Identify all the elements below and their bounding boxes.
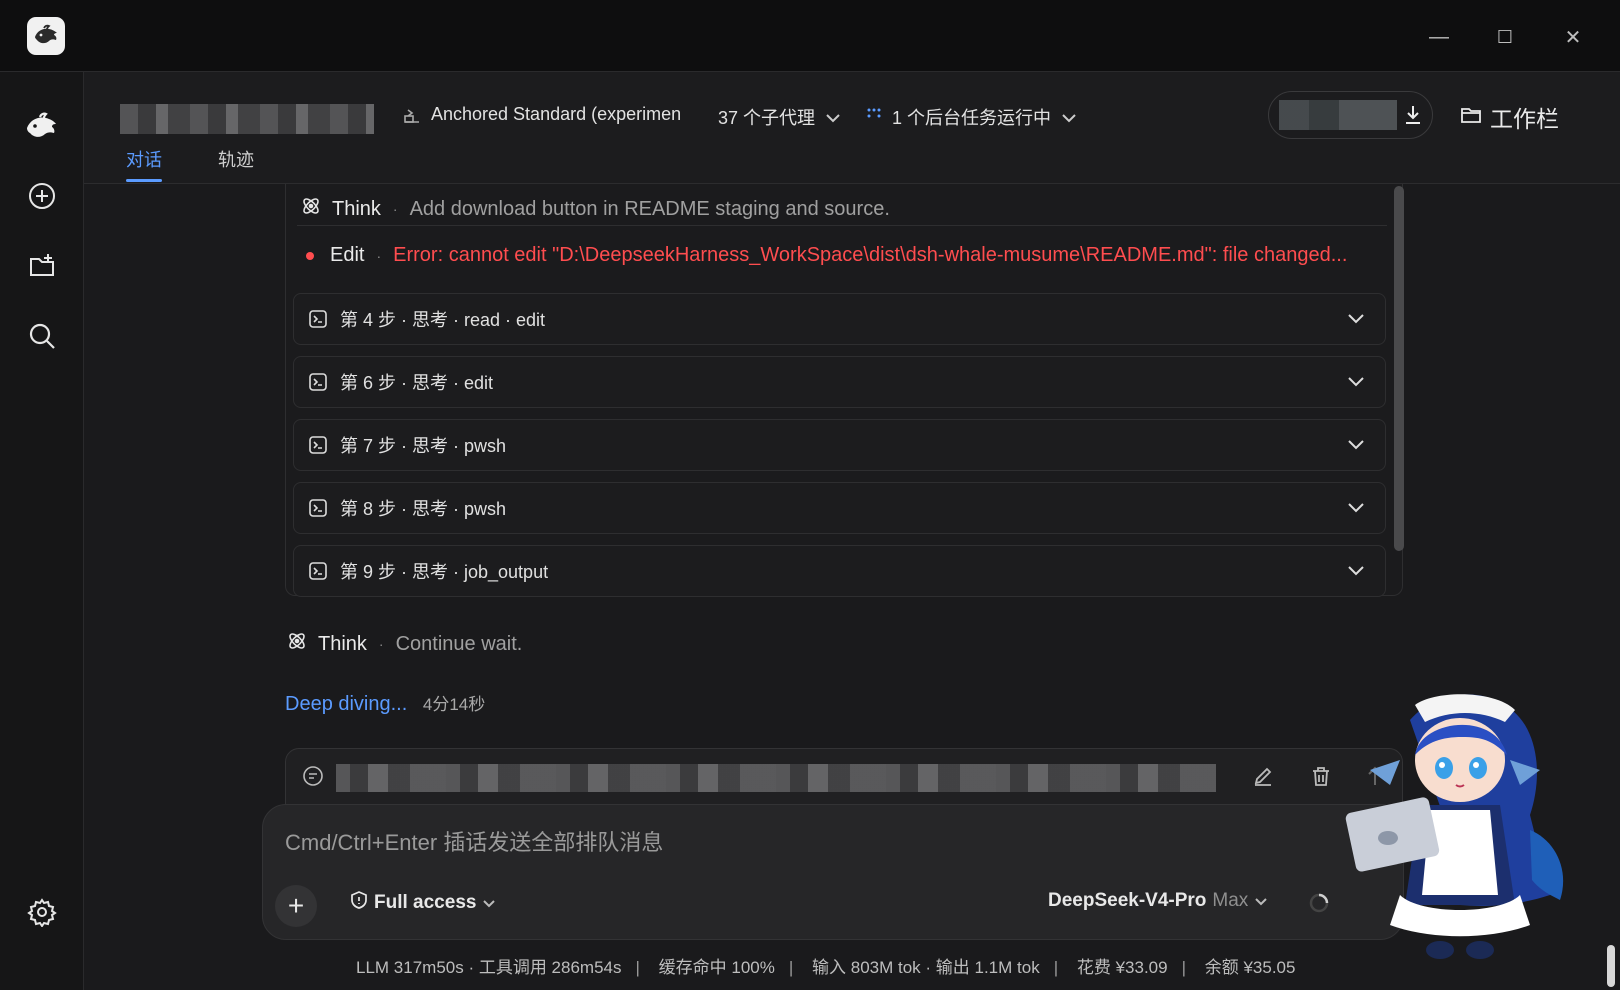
- step-label: 第 9 步 · 思考 · job_output: [340, 562, 549, 582]
- folder-icon: [1460, 104, 1482, 131]
- think-text: Add download button in README staging an…: [409, 197, 890, 220]
- workbar-label: 工作栏: [1490, 106, 1559, 132]
- atom-icon: [286, 630, 308, 658]
- deep-diving-status: Deep diving... 4分14秒: [285, 690, 485, 716]
- left-rail: [0, 72, 84, 990]
- background-tasks-label: 1 个后台任务运行中: [892, 108, 1052, 128]
- subagents-label: 37 个子代理: [718, 108, 816, 128]
- background-tasks-dropdown[interactable]: 1 个后台任务运行中: [866, 104, 1077, 130]
- usage-status-bar: LLM 317m50s · 工具调用 286m54s | 缓存命中 100% | 输…: [356, 958, 1296, 977]
- token-usage: 输入 803M tok · 输出 1.1M tok: [812, 958, 1040, 977]
- error-dot-icon: [306, 251, 314, 260]
- new-chat-icon[interactable]: [22, 176, 62, 216]
- log-scrollbar[interactable]: [1394, 186, 1404, 551]
- terminal-icon: [308, 309, 328, 329]
- composer-placeholder[interactable]: Cmd/Ctrl+Enter 插话发送全部排队消息: [285, 825, 663, 857]
- llm-time: LLM 317m50s · 工具调用 286m54s: [356, 958, 622, 977]
- attach-button[interactable]: +: [275, 885, 317, 927]
- chevron-down-icon: [1347, 434, 1365, 455]
- project-name-redacted: [120, 104, 374, 134]
- mode-icon: [402, 106, 422, 131]
- edit-error-text: Error: cannot edit "D:\DeepseekHarness_W…: [393, 244, 1348, 266]
- workbar-toggle[interactable]: 工作栏: [1460, 100, 1559, 134]
- step-label: 第 7 步 · 思考 · pwsh: [340, 436, 507, 456]
- message-icon: [302, 765, 324, 792]
- step-label: 第 6 步 · 思考 · edit: [340, 373, 494, 393]
- chevron-down-icon: [825, 107, 841, 128]
- model-name: DeepSeek-V4-Pro: [1048, 890, 1207, 911]
- tab-trajectory[interactable]: 轨迹: [218, 146, 254, 172]
- model-tier: Max: [1212, 890, 1249, 911]
- atom-icon: [300, 195, 322, 223]
- access-dropdown[interactable]: Full access: [350, 890, 496, 916]
- elapsed-time: 4分14秒: [422, 695, 486, 714]
- divider: [297, 225, 1387, 226]
- minimize-button[interactable]: —: [1424, 22, 1454, 52]
- model-dropdown[interactable]: DeepSeek-V4-Pro Max: [1048, 890, 1268, 912]
- terminal-icon: [308, 498, 328, 518]
- edit-pencil-icon[interactable]: [1252, 765, 1274, 792]
- maximize-button[interactable]: ☐: [1490, 22, 1520, 52]
- mode-label[interactable]: Anchored Standard (experimen: [431, 104, 681, 125]
- think-entry[interactable]: Think · Add download button in README st…: [300, 195, 890, 223]
- whale-maid-mascot: [1340, 680, 1580, 970]
- trash-icon[interactable]: [1310, 765, 1332, 792]
- think-label: Think: [318, 632, 367, 655]
- access-label: Full access: [374, 892, 477, 913]
- terminal-icon: [308, 435, 328, 455]
- step-label: 第 4 步 · 思考 · read · edit: [340, 310, 546, 330]
- chevron-down-icon: [1254, 890, 1268, 912]
- step-item[interactable]: 第 9 步 · 思考 · job_output: [293, 545, 1386, 597]
- page-scrollbar[interactable]: [1607, 945, 1615, 987]
- balance: 余额 ¥35.05: [1204, 958, 1296, 977]
- think-text: Continue wait.: [395, 632, 523, 655]
- chevron-down-icon: [482, 892, 496, 914]
- loading-spinner-icon: [1308, 892, 1330, 919]
- subagents-dropdown[interactable]: 37 个子代理: [718, 104, 841, 130]
- shield-icon: [350, 890, 368, 916]
- chevron-down-icon: [1347, 560, 1365, 581]
- think-entry-2[interactable]: Think · Continue wait.: [286, 630, 522, 658]
- add-project-icon[interactable]: [22, 246, 62, 286]
- chevron-down-icon: [1347, 371, 1365, 392]
- whale-logo-icon[interactable]: [22, 107, 62, 147]
- app-logo-icon: [27, 17, 65, 55]
- terminal-icon: [308, 561, 328, 581]
- queued-message-redacted: [336, 764, 1216, 792]
- terminal-icon: [308, 372, 328, 392]
- close-button[interactable]: ✕: [1558, 22, 1588, 52]
- dots-grid-icon: [866, 107, 882, 128]
- settings-gear-icon[interactable]: [22, 892, 62, 932]
- download-name-redacted: [1279, 100, 1397, 130]
- download-pill[interactable]: [1268, 91, 1433, 139]
- step-item[interactable]: 第 6 步 · 思考 · edit: [293, 356, 1386, 408]
- edit-entry[interactable]: Edit · Error: cannot edit "D:\DeepseekHa…: [306, 244, 1347, 267]
- download-icon: [1403, 104, 1423, 131]
- chevron-down-icon: [1347, 497, 1365, 518]
- step-item[interactable]: 第 8 步 · 思考 · pwsh: [293, 482, 1386, 534]
- deep-diving-label: Deep diving...: [285, 693, 408, 715]
- edit-label: Edit: [330, 244, 365, 266]
- chevron-down-icon: [1061, 107, 1077, 128]
- think-label: Think: [332, 197, 381, 220]
- step-item[interactable]: 第 7 步 · 思考 · pwsh: [293, 419, 1386, 471]
- cost: 花费 ¥33.09: [1076, 958, 1168, 977]
- search-icon[interactable]: [22, 316, 62, 356]
- title-bar: — ☐ ✕: [0, 0, 1620, 72]
- cache-hit: 缓存命中 100%: [658, 958, 775, 977]
- step-label: 第 8 步 · 思考 · pwsh: [340, 499, 507, 519]
- step-item[interactable]: 第 4 步 · 思考 · read · edit: [293, 293, 1386, 345]
- chevron-down-icon: [1347, 308, 1365, 329]
- tab-chat[interactable]: 对话: [126, 146, 162, 182]
